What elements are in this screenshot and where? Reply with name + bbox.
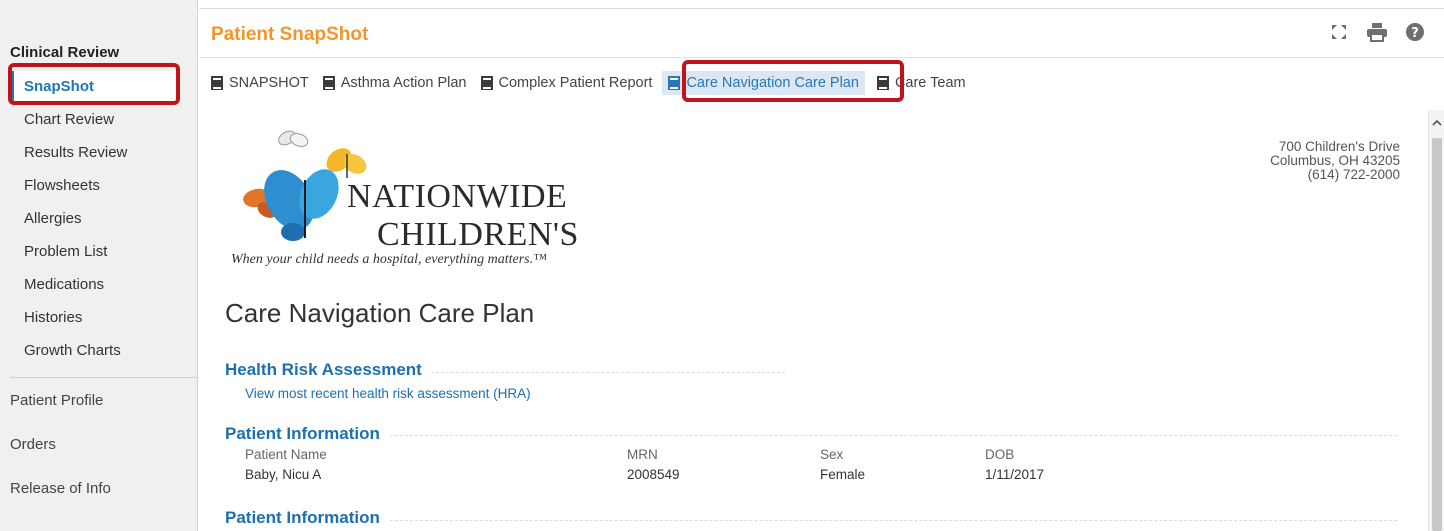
tab-care-navigation-care-plan[interactable]: Care Navigation Care Plan xyxy=(662,71,865,95)
report-book-icon xyxy=(211,76,223,90)
scroll-up-icon[interactable] xyxy=(1432,118,1442,128)
expand-icon[interactable] xyxy=(1328,21,1350,43)
hra-link[interactable]: View most recent health risk assessment … xyxy=(245,386,531,401)
sidebar-item-histories[interactable]: Histories xyxy=(24,309,82,326)
report-book-icon xyxy=(480,76,493,90)
tab-label: Asthma Action Plan xyxy=(340,75,467,91)
label-patient-name: Patient Name xyxy=(245,447,327,462)
address-line: Columbus, OH 43205 xyxy=(1270,153,1400,168)
sidebar-item-flowsheets[interactable]: Flowsheets xyxy=(24,177,100,194)
address-line: 700 Children's Drive xyxy=(1278,139,1400,154)
tab-label: Care Navigation Care Plan xyxy=(686,75,859,91)
value-mrn: 2008549 xyxy=(627,467,680,482)
sidebar-item-snapshot[interactable]: SnapShot xyxy=(10,71,178,103)
page-title: Patient SnapShot xyxy=(211,24,369,45)
logo-tagline: When your child needs a hospital, everyt… xyxy=(231,252,547,267)
hospital-address: 700 Children's Drive Columbus, OH 43205 … xyxy=(1270,140,1400,182)
report-tabs: SNAPSHOT Asthma Action Plan Complex Pati… xyxy=(211,68,980,98)
tab-label: Complex Patient Report xyxy=(498,75,653,91)
report-book-icon xyxy=(322,76,335,90)
tab-asthma-action-plan[interactable]: Asthma Action Plan xyxy=(322,75,467,91)
section-title-patient-info: Patient Information xyxy=(225,424,390,444)
help-icon[interactable]: ? xyxy=(1404,21,1426,43)
report-book-icon xyxy=(668,76,681,90)
address-line: (614) 722-2000 xyxy=(1307,167,1400,182)
sidebar-group-orders[interactable]: Orders xyxy=(10,436,56,453)
svg-text:?: ? xyxy=(1411,26,1419,41)
report-book-icon xyxy=(876,76,889,90)
tab-label: Care Team xyxy=(894,75,966,91)
label-sex: Sex xyxy=(820,447,844,462)
sidebar-divider xyxy=(10,377,198,378)
tab-complex-patient-report[interactable]: Complex Patient Report xyxy=(480,75,653,91)
tab-snapshot[interactable]: SNAPSHOT xyxy=(211,75,309,91)
vertical-scrollbar[interactable] xyxy=(1428,110,1444,531)
tab-label: SNAPSHOT xyxy=(229,75,309,91)
value-sex: Female xyxy=(820,467,866,482)
value-patient-name: Baby, Nicu A xyxy=(245,467,322,482)
sidebar-item-growth-charts[interactable]: Growth Charts xyxy=(24,342,121,359)
value-dob: 1/11/2017 xyxy=(985,467,1045,482)
sidebar-item-problem-list[interactable]: Problem List xyxy=(24,243,107,260)
header-toolbar: ? xyxy=(1328,21,1426,43)
sidebar-item-allergies[interactable]: Allergies xyxy=(24,210,82,227)
sidebar: Clinical Review SnapShot Chart Review Re… xyxy=(0,0,198,531)
logo-text-line2: CHILDREN'S xyxy=(377,216,579,253)
sidebar-item-label: SnapShot xyxy=(24,78,94,95)
sidebar-item-medications[interactable]: Medications xyxy=(24,276,104,293)
sidebar-item-results-review[interactable]: Results Review xyxy=(24,144,127,161)
header-bar: Patient SnapShot ? xyxy=(199,8,1444,58)
label-mrn: MRN xyxy=(627,447,658,462)
sidebar-section-title: Clinical Review xyxy=(10,44,120,61)
sidebar-group-release-of-info[interactable]: Release of Info xyxy=(10,480,111,497)
scrollbar-thumb[interactable] xyxy=(1432,138,1442,531)
section-title-patient-info-2: Patient Information xyxy=(225,508,390,528)
sidebar-group-patient-profile[interactable]: Patient Profile xyxy=(10,392,103,409)
label-dob: DOB xyxy=(985,447,1015,462)
print-icon[interactable] xyxy=(1366,21,1388,43)
section-divider xyxy=(225,520,1397,521)
section-divider xyxy=(225,435,1397,436)
tab-care-team[interactable]: Care Team xyxy=(876,75,966,91)
hospital-logo: NATIONWIDE CHILDREN'S When your child ne… xyxy=(229,120,649,278)
document-viewer: NATIONWIDE CHILDREN'S When your child ne… xyxy=(199,110,1444,531)
logo-text-line1: NATIONWIDE xyxy=(347,178,568,215)
document-heading: Care Navigation Care Plan xyxy=(225,298,535,328)
sidebar-item-chart-review[interactable]: Chart Review xyxy=(24,111,114,128)
main-panel: Patient SnapShot ? SNAPSHOT Asthma Actio… xyxy=(199,0,1444,531)
section-title-hra: Health Risk Assessment xyxy=(225,360,432,380)
